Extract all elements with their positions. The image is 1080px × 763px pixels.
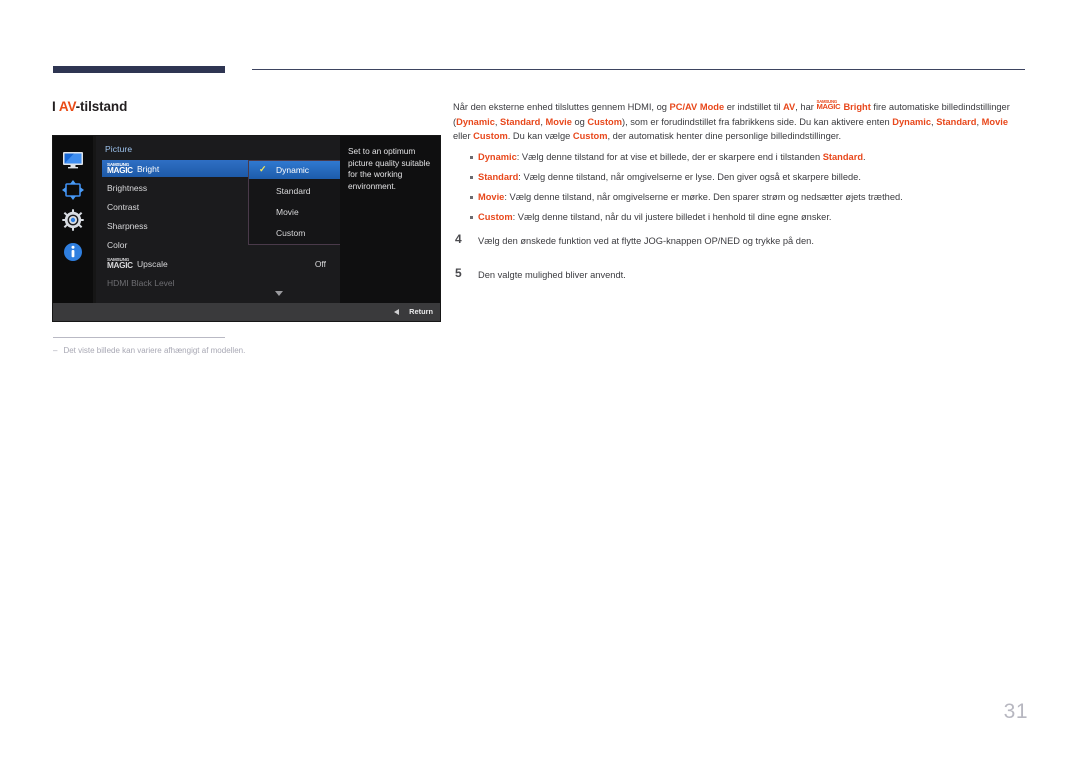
osd-footer: Return xyxy=(53,303,440,321)
samsung-magic-logo: SAMSUNG MAGIC xyxy=(816,99,841,111)
bullet-term: Custom xyxy=(478,212,513,222)
step-item: 5 Den valgte mulighed bliver anvendt. xyxy=(453,265,1025,299)
para-term-dynamic: Dynamic xyxy=(892,116,932,127)
screen-adjust-icon[interactable] xyxy=(61,178,85,202)
osd-row-label: Contrast xyxy=(107,201,140,212)
footnote-rule xyxy=(53,337,225,338)
osd-panel: Picture SAMSUNG MAGIC Bright Brightness … xyxy=(53,136,440,321)
samsung-magic-logo: SAMSUNG MAGIC xyxy=(107,161,133,175)
para-text: Når den eksterne enhed tilsluttes gennem… xyxy=(453,102,670,112)
osd-submenu-label: Movie xyxy=(276,207,299,217)
para-text: . Du kan vælge xyxy=(507,131,573,141)
bullet-term: Standard xyxy=(478,172,519,182)
footnote: – Det viste billede kan variere afhængigt… xyxy=(53,346,245,355)
page-title: I AV-tilstand xyxy=(52,99,127,114)
header-accent-bar xyxy=(53,66,225,73)
intro-paragraph: Når den eksterne enhed tilsluttes gennem… xyxy=(453,99,1025,144)
para-text: er indstillet til xyxy=(724,102,784,112)
bullet-text: : Vælg denne tilstand, når omgivelserne … xyxy=(504,192,903,202)
chevron-down-icon[interactable] xyxy=(275,291,283,296)
page-number: 31 xyxy=(1003,700,1028,723)
footnote-text: Det viste billede kan variere afhængigt … xyxy=(63,346,246,355)
bullet-text: . xyxy=(863,152,866,162)
monitor-icon[interactable] xyxy=(61,148,85,172)
list-item: Dynamic: Vælg denne tilstand for at vise… xyxy=(453,150,1025,170)
mode-bullet-list: Dynamic: Vælg denne tilstand for at vise… xyxy=(453,150,1025,230)
osd-row-value: Off xyxy=(314,258,326,269)
para-text: , har xyxy=(795,102,817,112)
para-term-movie: Movie xyxy=(545,116,572,127)
osd-submenu-label: Standard xyxy=(276,186,311,196)
info-icon[interactable] xyxy=(61,240,85,264)
check-icon: ✓ xyxy=(259,164,267,174)
para-term-movie: Movie xyxy=(981,116,1009,127)
step-text: Vælg den ønskede funktion ved at flytte … xyxy=(478,236,814,246)
para-text: ), som er forudindstillet fra fabrikkens… xyxy=(622,116,893,127)
osd-return-label[interactable]: Return xyxy=(409,307,433,316)
step-text: Den valgte mulighed bliver anvendt. xyxy=(478,270,626,280)
list-item: Standard: Vælg denne tilstand, når omgiv… xyxy=(453,170,1025,190)
osd-row-magicupscale[interactable]: SAMSUNG MAGIC Upscale Off xyxy=(102,255,334,272)
samsung-magic-logo: SAMSUNG MAGIC xyxy=(107,256,133,270)
bullet-term: Movie xyxy=(478,192,505,202)
page-title-accent: AV xyxy=(58,99,76,114)
para-term-standard: Standard xyxy=(936,116,977,127)
procedure-steps: 4 Vælg den ønskede funktion ved at flytt… xyxy=(453,231,1025,299)
para-text: eller xyxy=(453,131,474,141)
para-term-custom: Custom xyxy=(587,116,622,127)
para-term-pcav-mode: PC/AV Mode xyxy=(669,102,725,112)
para-term-bright: Bright xyxy=(843,102,871,112)
page-title-prefix: I xyxy=(52,99,56,114)
bullet-text: : Vælg denne tilstand for at vise et bil… xyxy=(516,152,823,162)
step-number: 5 xyxy=(455,266,462,280)
header-rule-line xyxy=(252,69,1025,70)
osd-row-label: Bright xyxy=(137,163,160,174)
osd-help-text: Set to an optimum picture quality suitab… xyxy=(340,136,440,303)
osd-menu-title: Picture xyxy=(105,144,133,154)
osd-menu: Picture SAMSUNG MAGIC Bright Brightness … xyxy=(96,136,381,303)
back-arrow-icon[interactable] xyxy=(394,309,399,315)
osd-row-label: Brightness xyxy=(107,182,148,193)
para-term-standard: Standard xyxy=(500,116,541,127)
para-text: og xyxy=(571,116,588,127)
step-item: 4 Vælg den ønskede funktion ved at flytt… xyxy=(453,231,1025,265)
osd-submenu-label: Custom xyxy=(276,228,306,238)
step-number: 4 xyxy=(455,232,462,246)
list-item: Movie: Vælg denne tilstand, når omgivels… xyxy=(453,190,1025,210)
bullet-term: Dynamic xyxy=(478,152,517,162)
footnote-dash: – xyxy=(53,346,58,355)
osd-row-label: Sharpness xyxy=(107,220,148,231)
bullet-text: : Vælg denne tilstand, når du vil juster… xyxy=(512,212,832,222)
para-text: , der automatisk henter dine personlige … xyxy=(607,131,842,141)
osd-row-label: Upscale xyxy=(137,258,168,269)
para-term-dynamic: Dynamic xyxy=(456,116,495,127)
osd-row-hdmi-black-level[interactable]: HDMI Black Level xyxy=(102,274,334,291)
para-term-av: AV xyxy=(783,102,796,112)
osd-icon-rail xyxy=(53,136,93,303)
para-term-custom: Custom xyxy=(572,131,608,141)
osd-row-label: HDMI Black Level xyxy=(107,277,175,288)
page-title-rest: -tilstand xyxy=(75,99,128,114)
bullet-text: : Vælg denne tilstand, når omgivelserne … xyxy=(518,172,861,182)
osd-row-label: Color xyxy=(107,239,128,250)
list-item: Custom: Vælg denne tilstand, når du vil … xyxy=(453,210,1025,230)
para-term-custom: Custom xyxy=(473,131,508,141)
bullet-term-ref: Standard xyxy=(822,152,864,162)
gear-icon[interactable] xyxy=(61,208,85,232)
main-paragraph-block: Når den eksterne enhed tilsluttes gennem… xyxy=(453,99,1025,144)
osd-submenu-label: Dynamic xyxy=(276,165,310,175)
